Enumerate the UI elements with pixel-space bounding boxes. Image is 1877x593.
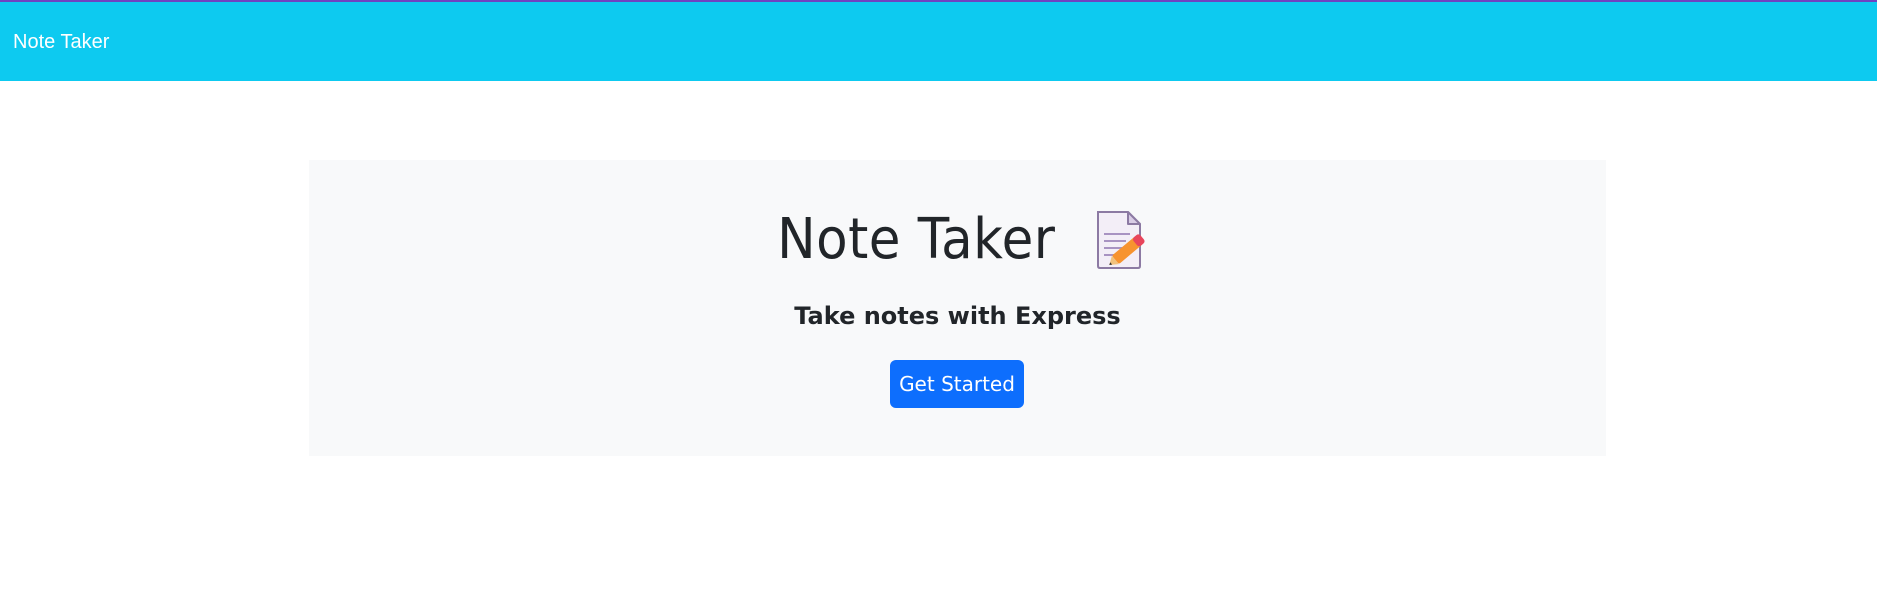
hero-title-text: Note Taker (777, 207, 1056, 272)
hero-title: Note Taker (309, 210, 1606, 270)
memo-icon (1094, 210, 1150, 270)
hero-jumbotron: Note Taker Take notes with Express Get S… (309, 160, 1606, 456)
navbar-brand-link[interactable]: Note Taker (13, 32, 109, 52)
get-started-button[interactable]: Get Started (890, 360, 1024, 408)
navbar: Note Taker (0, 2, 1877, 81)
hero-subtitle: Take notes with Express (794, 302, 1121, 330)
